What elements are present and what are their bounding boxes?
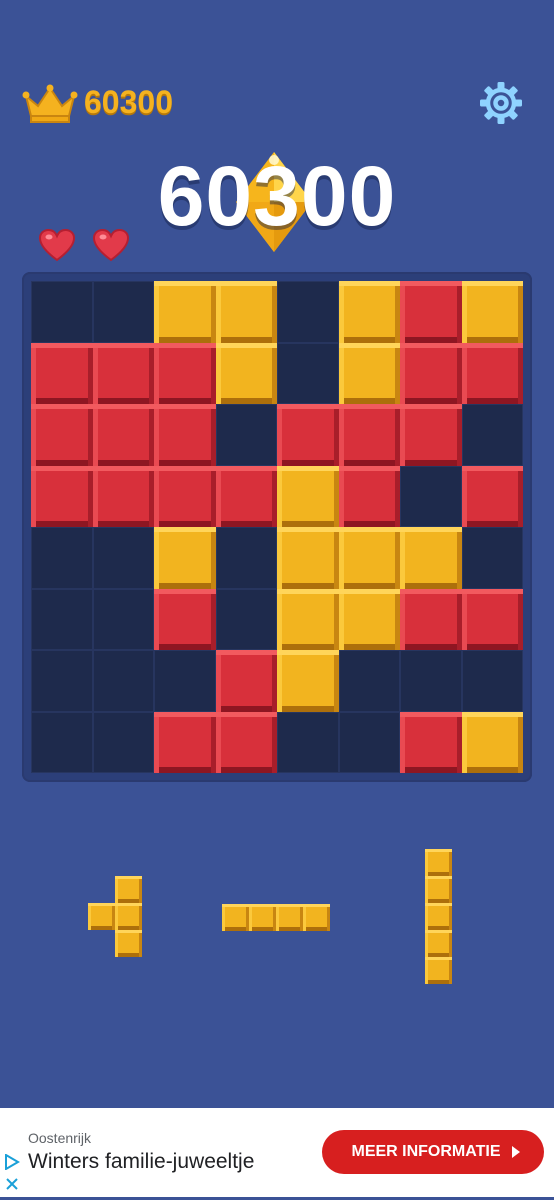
yellow-block[interactable] — [338, 281, 400, 343]
red-block[interactable] — [400, 342, 462, 404]
empty-cell[interactable] — [461, 527, 523, 589]
empty-cell[interactable] — [400, 465, 462, 527]
red-block[interactable] — [461, 588, 523, 650]
yellow-block[interactable] — [277, 465, 339, 527]
lives — [38, 228, 142, 266]
close-icon[interactable] — [4, 1176, 20, 1192]
yellow-block[interactable] — [338, 588, 400, 650]
yellow-block[interactable] — [400, 527, 462, 589]
piece-block — [425, 957, 452, 984]
empty-cell[interactable] — [92, 650, 154, 712]
empty-cell[interactable] — [31, 650, 93, 712]
piece-block — [115, 876, 142, 903]
empty-cell[interactable] — [215, 527, 277, 589]
empty-cell[interactable] — [31, 711, 93, 773]
empty-cell[interactable] — [277, 342, 339, 404]
red-block[interactable] — [338, 404, 400, 466]
yellow-block[interactable] — [215, 281, 277, 343]
ad-cta-button[interactable]: MEER INFORMATIE — [322, 1130, 544, 1174]
piece-block — [276, 904, 303, 931]
gear-icon[interactable] — [478, 80, 524, 126]
piece-tray — [0, 820, 554, 1020]
game-board[interactable] — [22, 272, 532, 782]
yellow-block[interactable] — [338, 527, 400, 589]
red-block[interactable] — [31, 404, 93, 466]
piece-block — [303, 904, 330, 931]
yellow-block[interactable] — [338, 342, 400, 404]
piece-block — [425, 903, 452, 930]
yellow-block[interactable] — [154, 281, 216, 343]
heart-icon — [38, 228, 76, 262]
empty-cell[interactable] — [461, 404, 523, 466]
t-piece[interactable] — [88, 876, 142, 957]
piece-block — [88, 903, 115, 930]
ad-choices-icon[interactable] — [4, 1154, 20, 1170]
empty-cell[interactable] — [31, 281, 93, 343]
empty-cell[interactable] — [461, 650, 523, 712]
red-block[interactable] — [154, 342, 216, 404]
i-horizontal-piece[interactable] — [222, 904, 330, 931]
red-block[interactable] — [154, 711, 216, 773]
piece-block — [425, 849, 452, 876]
yellow-block[interactable] — [461, 281, 523, 343]
yellow-block[interactable] — [215, 342, 277, 404]
red-block[interactable] — [154, 588, 216, 650]
red-block[interactable] — [92, 404, 154, 466]
i-vertical-piece[interactable] — [425, 849, 452, 984]
red-block[interactable] — [154, 404, 216, 466]
ad-banner[interactable]: Oostenrijk Winters familie-juweeltje MEE… — [0, 1108, 554, 1200]
yellow-block[interactable] — [277, 527, 339, 589]
ad-advertiser: Oostenrijk — [28, 1130, 92, 1146]
red-block[interactable] — [461, 465, 523, 527]
empty-cell[interactable] — [92, 281, 154, 343]
red-block[interactable] — [400, 404, 462, 466]
piece-block — [222, 904, 249, 931]
empty-cell[interactable] — [338, 650, 400, 712]
empty-cell[interactable] — [31, 588, 93, 650]
piece-block — [115, 903, 142, 930]
empty-cell[interactable] — [92, 527, 154, 589]
empty-cell[interactable] — [215, 404, 277, 466]
empty-cell[interactable] — [154, 650, 216, 712]
piece-block — [115, 930, 142, 957]
crown-icon — [22, 84, 78, 123]
red-block[interactable] — [338, 465, 400, 527]
yellow-block[interactable] — [461, 711, 523, 773]
ad-cta-label: MEER INFORMATIE — [351, 1143, 501, 1160]
red-block[interactable] — [400, 281, 462, 343]
red-block[interactable] — [277, 404, 339, 466]
piece-block — [425, 930, 452, 957]
chevron-right-icon — [512, 1146, 520, 1158]
empty-cell[interactable] — [31, 527, 93, 589]
empty-cell[interactable] — [277, 281, 339, 343]
yellow-block[interactable] — [277, 588, 339, 650]
best-score: 60300 — [84, 84, 173, 120]
empty-cell[interactable] — [338, 711, 400, 773]
red-block[interactable] — [31, 342, 93, 404]
heart-icon — [93, 228, 130, 262]
red-block[interactable] — [461, 342, 523, 404]
empty-cell[interactable] — [277, 711, 339, 773]
red-block[interactable] — [154, 465, 216, 527]
ad-title[interactable]: Winters familie-juweeltje — [28, 1150, 254, 1174]
board-grid[interactable] — [31, 281, 523, 773]
red-block[interactable] — [92, 465, 154, 527]
empty-cell[interactable] — [92, 588, 154, 650]
red-block[interactable] — [215, 465, 277, 527]
yellow-block[interactable] — [277, 650, 339, 712]
red-block[interactable] — [400, 711, 462, 773]
red-block[interactable] — [215, 650, 277, 712]
top-bar: 60300 — [0, 0, 554, 150]
empty-cell[interactable] — [215, 588, 277, 650]
red-block[interactable] — [92, 342, 154, 404]
piece-block — [425, 876, 452, 903]
piece-block — [249, 904, 276, 931]
empty-cell[interactable] — [400, 650, 462, 712]
red-block[interactable] — [400, 588, 462, 650]
empty-cell[interactable] — [92, 711, 154, 773]
yellow-block[interactable] — [154, 527, 216, 589]
red-block[interactable] — [215, 711, 277, 773]
red-block[interactable] — [31, 465, 93, 527]
